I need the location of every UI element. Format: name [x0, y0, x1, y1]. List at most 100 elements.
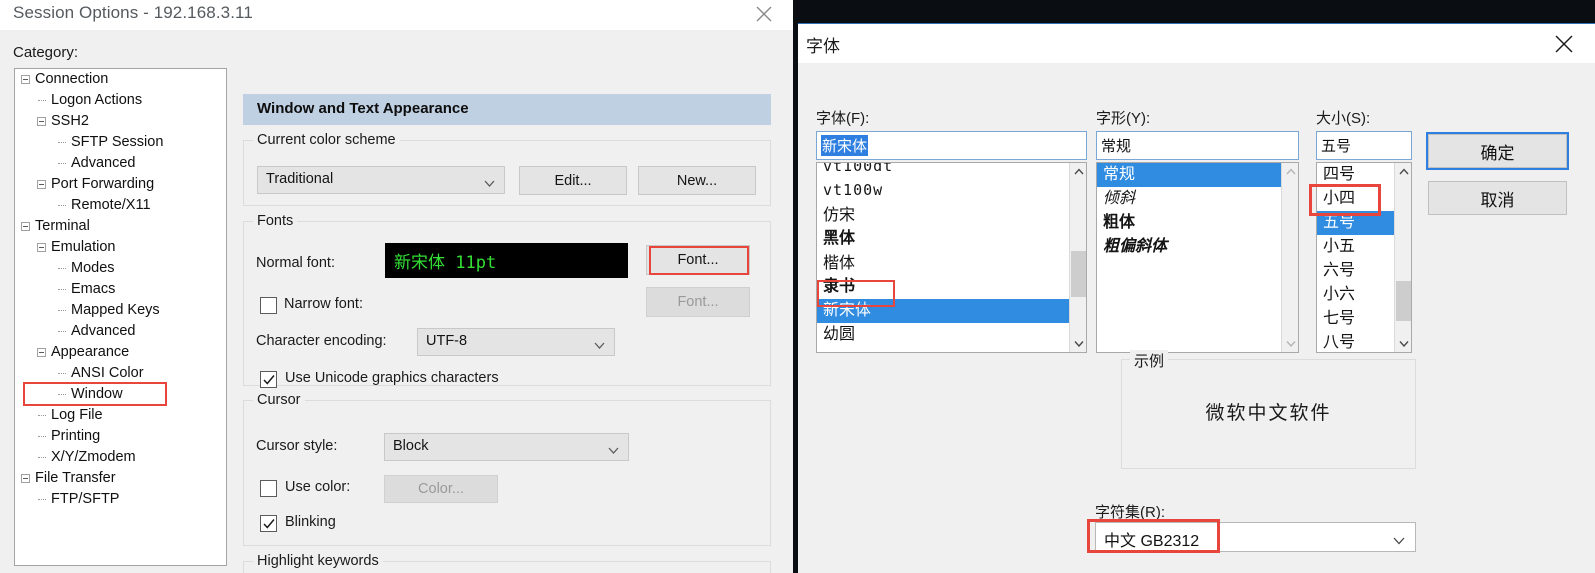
tree-connector-icon: [58, 268, 66, 269]
font-style-scrollbar[interactable]: [1281, 163, 1298, 352]
tree-expander-icon[interactable]: [21, 75, 30, 84]
tree-item-connection[interactable]: Connection: [15, 69, 226, 90]
tree-item-advanced[interactable]: Advanced: [15, 321, 226, 342]
list-item[interactable]: 幼圆: [817, 323, 1069, 347]
tree-item-terminal[interactable]: Terminal: [15, 216, 226, 237]
tree-connector-icon: [38, 415, 46, 416]
tree-item-label: Emulation: [51, 239, 116, 255]
scroll-up-icon[interactable]: [1395, 163, 1411, 180]
tree-item-modes[interactable]: Modes: [15, 258, 226, 279]
tree-item-appearance[interactable]: Appearance: [15, 342, 226, 363]
tree-item-emulation[interactable]: Emulation: [15, 237, 226, 258]
panel-header-title: Window and Text Appearance: [257, 100, 469, 117]
edit-scheme-button[interactable]: Edit...: [519, 166, 627, 195]
new-scheme-button[interactable]: New...: [638, 166, 756, 195]
narrow-font-checkbox[interactable]: [260, 297, 277, 314]
font-family-scrollbar[interactable]: [1069, 163, 1086, 352]
list-item[interactable]: 楷体: [817, 251, 1069, 275]
list-item[interactable]: 五号: [1317, 211, 1394, 235]
tree-expander-icon[interactable]: [37, 243, 46, 252]
cursor-color-button[interactable]: Color...: [384, 475, 498, 503]
character-encoding-label: Character encoding:: [256, 333, 387, 349]
unicode-graphics-checkbox[interactable]: [260, 371, 277, 388]
category-tree[interactable]: Connection Logon Actions SSH2 SFTP Session A…: [14, 68, 227, 566]
list-item[interactable]: vt100w: [817, 179, 1069, 203]
tree-item-logon-actions[interactable]: Logon Actions: [15, 90, 226, 111]
highlight-keywords-group: Highlight keywords: [243, 553, 771, 573]
chevron-down-icon: [594, 337, 605, 349]
session-options-dialog: Session Options - 192.168.3.11 Category:…: [0, 0, 793, 573]
color-scheme-select[interactable]: Traditional: [257, 166, 505, 194]
scroll-down-icon[interactable]: [1070, 335, 1086, 352]
tree-item-label: Port Forwarding: [51, 176, 155, 192]
list-item[interactable]: 四号: [1317, 163, 1394, 187]
tree-item-ansi-color[interactable]: ANSI Color: [15, 363, 226, 384]
tree-item-window[interactable]: Window: [15, 384, 226, 405]
tree-item-port-forwarding[interactable]: Port Forwarding: [15, 174, 226, 195]
sample-group: 示例 微软中文软件: [1121, 350, 1416, 469]
ok-button[interactable]: 确定: [1426, 132, 1569, 170]
scroll-thumb[interactable]: [1071, 251, 1086, 297]
tree-item-emacs[interactable]: Emacs: [15, 279, 226, 300]
list-item[interactable]: 粗体: [1097, 211, 1281, 235]
close-icon[interactable]: [1553, 33, 1575, 55]
normal-font-button[interactable]: Font...: [646, 245, 750, 275]
cancel-button[interactable]: 取消: [1428, 181, 1567, 215]
font-style-list[interactable]: 常规 倾斜 粗体 粗偏斜体: [1096, 162, 1299, 353]
list-item[interactable]: 小四: [1317, 187, 1394, 211]
list-item[interactable]: vt100dt: [817, 163, 1069, 179]
scroll-up-icon[interactable]: [1282, 163, 1298, 180]
tree-item-remote-x11[interactable]: Remote/X11: [15, 195, 226, 216]
list-item[interactable]: 隶书: [817, 275, 1069, 299]
color-scheme-value: Traditional: [266, 171, 334, 187]
session-options-body: Category: Connection Logon Actions SSH2 SFT…: [0, 30, 793, 573]
use-color-checkbox[interactable]: [260, 480, 277, 497]
tree-item-advanced[interactable]: Advanced: [15, 153, 226, 174]
tree-item-ftp-sftp[interactable]: FTP/SFTP: [15, 489, 226, 510]
list-item[interactable]: 新宋体: [817, 299, 1069, 323]
tree-item-label: Appearance: [51, 344, 130, 360]
tree-expander-icon[interactable]: [37, 180, 46, 189]
list-item[interactable]: 常规: [1097, 163, 1281, 187]
blinking-checkbox[interactable]: [260, 515, 277, 532]
tree-connector-icon: [58, 205, 66, 206]
tree-item-mapped-keys[interactable]: Mapped Keys: [15, 300, 226, 321]
tree-expander-icon[interactable]: [37, 348, 46, 357]
font-style-input[interactable]: 常规: [1096, 131, 1299, 160]
narrow-font-button[interactable]: Font...: [646, 287, 750, 317]
list-item[interactable]: 仿宋: [817, 203, 1069, 227]
font-family-input[interactable]: 新宋体: [816, 131, 1087, 160]
font-family-list-items: vt100dt vt100w 仿宋 黑体 楷体 隶书 新宋体 幼圆: [817, 163, 1069, 347]
list-item[interactable]: 黑体: [817, 227, 1069, 251]
tree-expander-icon[interactable]: [21, 474, 30, 483]
list-item[interactable]: 倾斜: [1097, 187, 1281, 211]
scroll-down-icon[interactable]: [1395, 335, 1411, 352]
list-item[interactable]: 小五: [1317, 235, 1394, 259]
list-item[interactable]: 八号: [1317, 331, 1394, 352]
list-item[interactable]: 粗偏斜体: [1097, 235, 1281, 259]
character-encoding-select[interactable]: UTF-8: [417, 328, 615, 356]
tree-item-log-file[interactable]: Log File: [15, 405, 226, 426]
font-family-list[interactable]: vt100dt vt100w 仿宋 黑体 楷体 隶书 新宋体 幼圆: [816, 162, 1087, 353]
tree-item-printing[interactable]: Printing: [15, 426, 226, 447]
scroll-down-icon[interactable]: [1282, 335, 1298, 352]
close-icon[interactable]: [753, 3, 775, 25]
scroll-thumb[interactable]: [1396, 281, 1411, 321]
tree-item-ssh2[interactable]: SSH2: [15, 111, 226, 132]
list-item[interactable]: 小六: [1317, 283, 1394, 307]
charset-select[interactable]: 中文 GB2312: [1095, 522, 1416, 552]
tree-connector-icon: [58, 394, 66, 395]
scroll-up-icon[interactable]: [1070, 163, 1086, 180]
font-size-list[interactable]: 四号 小四 五号 小五 六号 小六 七号 八号: [1316, 162, 1412, 353]
tree-item-file-transfer[interactable]: File Transfer: [15, 468, 226, 489]
tree-item-x-y-zmodem[interactable]: X/Y/Zmodem: [15, 447, 226, 468]
tree-expander-icon[interactable]: [37, 117, 46, 126]
list-item[interactable]: 七号: [1317, 307, 1394, 331]
tree-expander-icon[interactable]: [21, 222, 30, 231]
list-item[interactable]: 六号: [1317, 259, 1394, 283]
font-size-input[interactable]: 五号: [1316, 131, 1412, 160]
font-size-scrollbar[interactable]: [1394, 163, 1411, 352]
font-dialog: 字体 字体(F): 字形(Y): 大小(S): 新宋体 常规 五号 vt100d…: [798, 23, 1595, 573]
cursor-style-select[interactable]: Block: [384, 433, 629, 461]
tree-item-sftp-session[interactable]: SFTP Session: [15, 132, 226, 153]
